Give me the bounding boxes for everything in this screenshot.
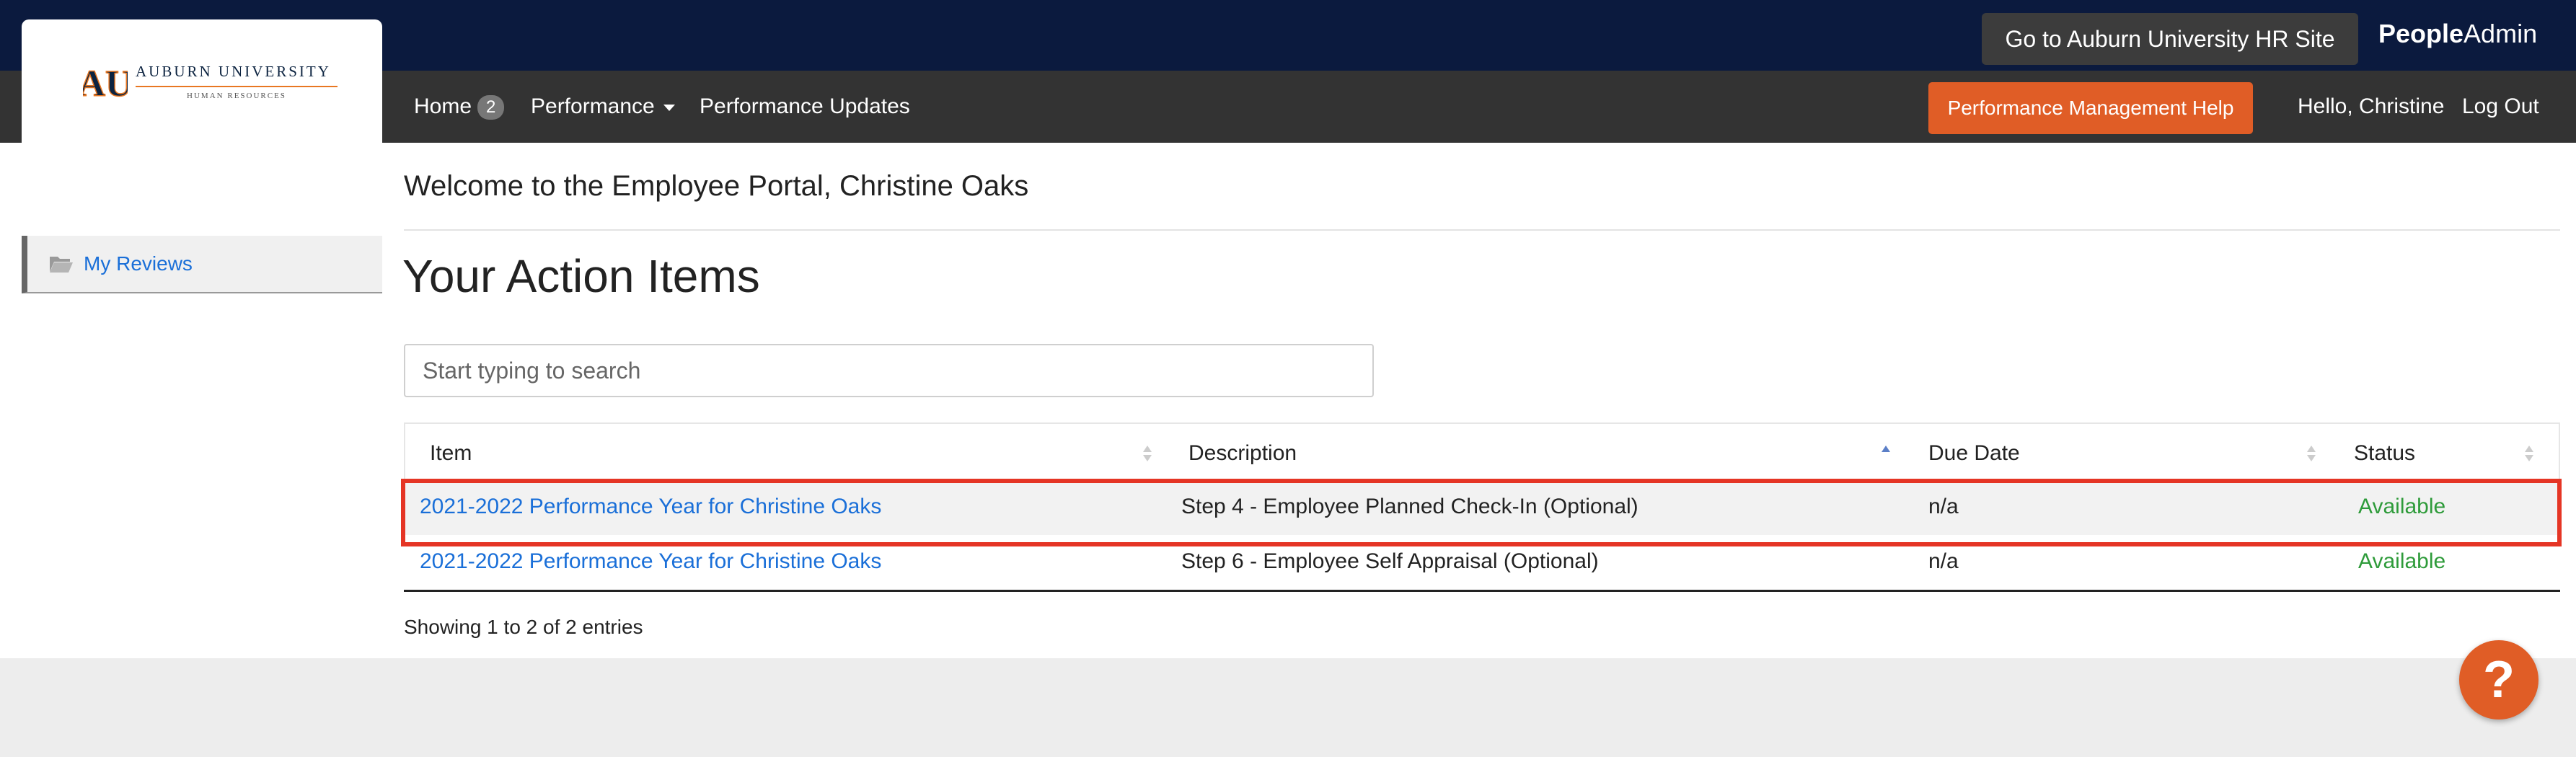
sort-icon[interactable] (2306, 444, 2316, 463)
sort-ascending-icon[interactable] (1881, 444, 1891, 463)
welcome-heading: Welcome to the Employee Portal, Christin… (404, 170, 1029, 202)
column-header-description[interactable]: Description (1188, 441, 1297, 466)
nav-performance-updates[interactable]: Performance Updates (700, 94, 910, 120)
sidebar-item-my-reviews[interactable]: My Reviews (22, 236, 382, 293)
search-input[interactable] (404, 344, 1374, 397)
svg-text:AU: AU (83, 63, 128, 103)
caret-down-icon (663, 104, 675, 111)
vendor-bold: People (2378, 19, 2464, 48)
nav-performance-label: Performance (531, 94, 655, 118)
row-highlight-box (401, 479, 2562, 546)
item-link[interactable]: 2021-2022 Performance Year for Christine… (420, 549, 881, 574)
row-due-date: n/a (1928, 549, 1959, 573)
performance-help-button[interactable]: Performance Management Help (1928, 82, 2253, 134)
question-icon: ? (2483, 651, 2515, 709)
help-fab-button[interactable]: ? (2459, 640, 2538, 720)
home-badge: 2 (477, 95, 505, 120)
table-bottom-border (404, 590, 2560, 592)
logo-card[interactable]: AU AUBURN UNIVERSITY HUMAN RESOURCES (22, 19, 382, 144)
greeting: Hello, Christine (2298, 94, 2445, 118)
hr-site-button[interactable]: Go to Auburn University HR Site (1982, 13, 2358, 65)
nav-home-label: Home (414, 94, 472, 118)
column-header-item[interactable]: Item (430, 441, 472, 466)
logout-link[interactable]: Log Out (2462, 94, 2539, 120)
sort-icon[interactable] (1142, 444, 1152, 463)
row-description: Step 6 - Employee Self Appraisal (Option… (1181, 549, 1599, 573)
au-logo-icon: AU (83, 63, 128, 103)
logo-subtitle: HUMAN RESOURCES (187, 92, 286, 100)
sort-icon[interactable] (2524, 444, 2534, 463)
table-header: Item Description Due Date Status (404, 422, 2560, 480)
vendor-rest: Admin (2463, 19, 2538, 48)
logo-title: AUBURN UNIVERSITY (136, 63, 331, 80)
column-header-status[interactable]: Status (2354, 441, 2415, 466)
logo-divider (136, 86, 338, 87)
column-header-due-date[interactable]: Due Date (1928, 441, 2020, 466)
peopleadmin-logo: PeopleAdmin (2378, 19, 2537, 49)
folder-open-icon (50, 257, 73, 273)
divider (404, 229, 2560, 231)
table-info: Showing 1 to 2 of 2 entries (404, 616, 643, 638)
sidebar-item-label: My Reviews (84, 252, 193, 275)
page-title: Your Action Items (402, 250, 760, 302)
nav-performance-dropdown[interactable]: Performance (531, 94, 675, 120)
status-badge: Available (2358, 549, 2446, 573)
nav-home[interactable]: Home 2 (414, 94, 505, 120)
